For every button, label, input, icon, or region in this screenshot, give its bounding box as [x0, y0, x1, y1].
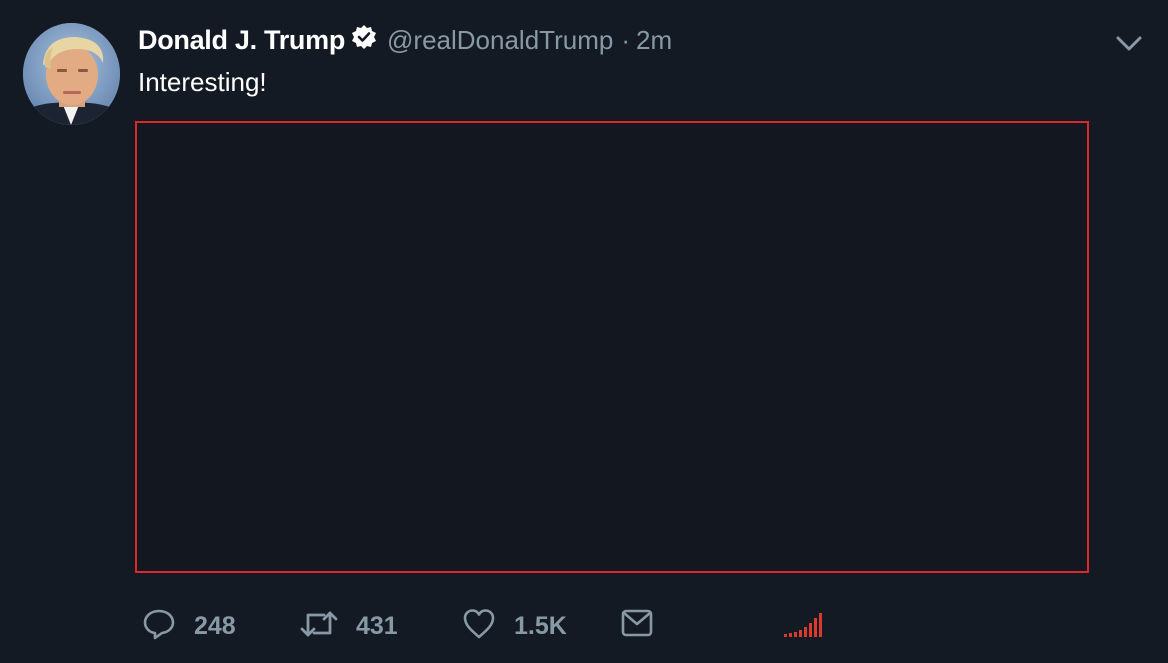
user-handle[interactable]: @realDonaldTrump	[387, 25, 613, 56]
retweet-count: 431	[356, 612, 398, 640]
reply-button[interactable]: 248	[142, 606, 236, 641]
reply-count: 248	[194, 612, 236, 640]
direct-message-button[interactable]	[620, 606, 654, 640]
display-name[interactable]: Donald J. Trump	[138, 25, 345, 56]
verified-badge-icon	[351, 24, 377, 50]
chevron-down-icon[interactable]	[1114, 30, 1144, 56]
analytics-icon	[784, 612, 824, 638]
retweet-icon	[300, 607, 338, 641]
media-container[interactable]	[135, 121, 1089, 573]
tweet-card[interactable]: Donald J. Trump @realDonaldTrump · 2m In…	[0, 0, 1168, 663]
retweet-button[interactable]: 431	[300, 606, 398, 641]
analytics-button[interactable]	[784, 612, 824, 638]
like-count: 1.5K	[514, 612, 567, 640]
avatar[interactable]	[23, 23, 120, 125]
reply-icon	[142, 607, 176, 641]
timestamp[interactable]: 2m	[636, 25, 672, 56]
tweet-header: Donald J. Trump @realDonaldTrump · 2m	[138, 22, 672, 58]
separator-dot: ·	[621, 24, 630, 55]
tweet-text: Interesting!	[138, 67, 267, 97]
tweet-actions: 248 431 1.5K	[0, 598, 1168, 658]
like-icon	[462, 607, 496, 641]
like-button[interactable]: 1.5K	[462, 606, 567, 641]
direct-message-icon	[620, 606, 654, 640]
